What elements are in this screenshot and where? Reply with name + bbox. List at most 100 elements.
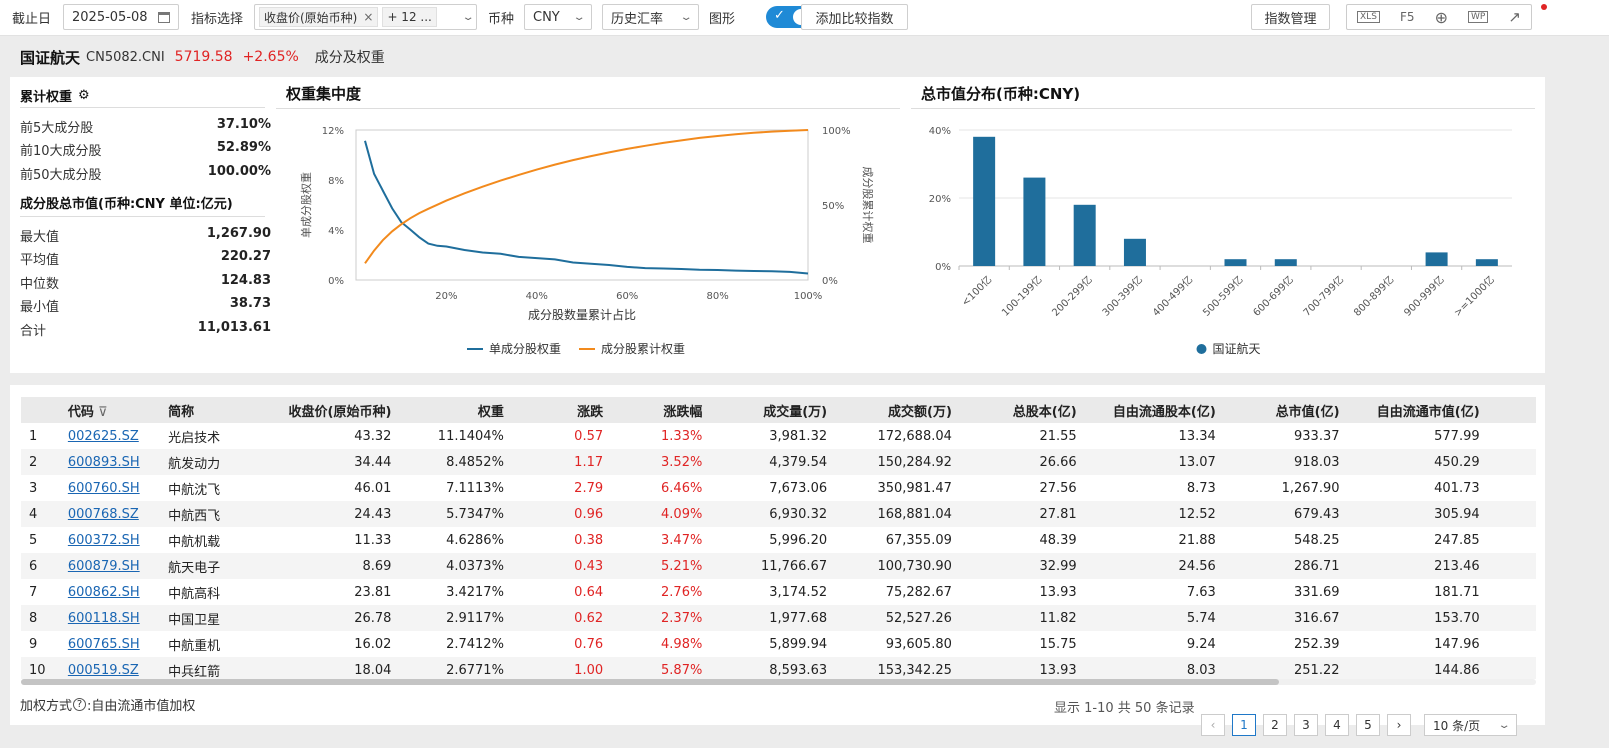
table-cell: 305.94 [1347,501,1488,527]
column-header[interactable]: 涨跌幅 [611,397,711,423]
fx-select[interactable]: 历史汇率 ⌄ [602,4,699,30]
column-header[interactable]: 代码 ⊽ [59,397,161,423]
table-row[interactable]: 9 600765.SH 中航重机 16.02 2.7412% 0.76 4.98% 5,899… [21,631,1536,657]
table-row[interactable]: 2 600893.SH 航发动力 34.44 8.4852% 1.17 3.52% 4,379… [21,449,1536,475]
column-header[interactable]: 成交额(万) [835,397,960,423]
settings-icon[interactable]: ⚙ [78,88,90,103]
add-circle-icon[interactable]: ⊕ [1435,8,1448,27]
page-button[interactable]: 3 [1294,714,1318,736]
scrollbar-thumb[interactable] [21,679,1279,685]
table-cell: 1.17 [511,449,612,475]
table-cell: 4.0373% [399,553,512,579]
column-header[interactable]: 权重 [399,397,512,423]
table-cell: 16.6 [1487,449,1536,475]
column-header[interactable]: 收盘价(原始币种) [248,397,400,423]
column-header[interactable]: 贡献 [1487,397,1536,423]
column-header[interactable]: 总市值(亿) [1223,397,1348,423]
table-row[interactable]: 5 600372.SH 中航机载 11.33 4.6286% 0.38 3.47% 5,996… [21,527,1536,553]
row-value: 11,013.61 [197,320,271,335]
refresh-f5-icon[interactable]: F5 [1400,10,1415,24]
table-cell[interactable]: 000768.SZ [59,501,161,527]
table-row[interactable]: 8 600118.SH 中国卫星 26.78 2.9117% 0.62 2.37% 1,977… [21,605,1536,631]
table-row[interactable]: 4 000768.SZ 中航西飞 24.43 5.7347% 0.96 4.09% 6,930… [21,501,1536,527]
column-header[interactable] [21,397,60,423]
table-cell[interactable]: 600893.SH [59,449,161,475]
table-cell[interactable]: 600118.SH [59,605,161,631]
table-cell: 286.71 [1223,553,1348,579]
date-picker[interactable]: 2025-05-08 [63,4,179,30]
horizontal-scrollbar[interactable] [21,679,1536,685]
table-cell: 213.46 [1347,553,1488,579]
excel-export-icon[interactable]: XLS [1357,11,1380,23]
page-button[interactable]: 1 [1232,714,1256,736]
add-compare-button[interactable]: 添加比较指数 [801,4,908,30]
row-value: 38.73 [229,296,271,311]
table-header-row: 代码 ⊽ 简称 收盘价(原始币种) 权重 涨跌 涨跌幅 成交量(万) 成交额(万) 总股本(亿)… [21,397,1536,423]
table-cell: 21.88 [1178,532,1216,548]
column-header[interactable]: 自由流通股本(亿) [1084,397,1224,423]
page-size-select[interactable]: 10 条/页 ⌄ [1424,714,1517,736]
column-header[interactable]: 总股本(亿) [959,397,1085,423]
table-cell: 9.24 [1186,636,1216,652]
table-cell: 8 [21,605,60,631]
column-header[interactable]: 简称 [160,397,249,423]
section-title: 成分及权重 [314,50,385,66]
table-cell: 247.85 [1434,532,1480,548]
column-header[interactable]: 涨跌 [511,397,612,423]
table-cell: 5.2 [1488,579,1536,605]
concentration-title: 权重集中度 [286,85,362,103]
table-cell: 9 [29,636,38,652]
chevron-down-icon: ⌄ [572,11,586,23]
table-cell: 7 [29,584,38,600]
index-change: +2.65% [242,49,299,65]
table-cell: 24.43 [248,501,400,527]
table-row[interactable]: 3 600760.SH 中航沈飞 46.01 7.1113% 2.79 6.46% 7,673… [21,475,1536,501]
divider [20,216,265,217]
table-cell[interactable]: 600879.SH [59,553,161,579]
chevron-down-icon: ⌄ [1497,719,1511,731]
cumulative-weight-header: 累计权重 ⚙ [20,86,90,105]
table-cell[interactable]: 000519.SZ [59,657,161,679]
table-cell[interactable]: 600765.SH [60,631,160,657]
share-icon[interactable]: ↗ [1508,8,1521,26]
filter-icon[interactable]: ⊽ [94,405,108,420]
table-cell[interactable]: 600372.SH [60,527,160,553]
column-header[interactable]: 自由流通市值(亿) [1347,397,1488,423]
column-header[interactable]: 成交量(万) [710,397,836,423]
table-cell: 0.62 [511,605,612,631]
table-row[interactable]: 1 002625.SZ 光启技术 43.32 11.1404% 0.57 1.33% 3,98… [21,423,1536,449]
indicator-select[interactable]: 收盘价(原始币种) × + 12 ... ⌄ [254,4,477,30]
page-button[interactable]: 4 [1325,714,1349,736]
table-cell: 中兵红箭 [160,657,249,679]
help-icon[interactable]: ? [73,698,87,711]
table-cell[interactable]: 600862.SH [60,579,160,605]
table-cell: 中航机载 [168,534,221,550]
bar [1475,259,1498,266]
table-cell: 3 [29,480,38,496]
table-cell: 13.93 [959,657,1085,679]
table-cell[interactable]: 002625.SZ [60,423,160,449]
legend-label: 成分股累计权重 [601,342,685,356]
index-manage-button[interactable]: 指数管理 [1251,4,1330,30]
page-button[interactable]: 5 [1356,714,1380,736]
row-key: 最大值 [20,230,60,245]
table-cell: 1,267.90 [1281,480,1340,496]
prev-page-button[interactable]: ‹ [1201,714,1225,736]
table-row[interactable]: 7 600862.SH 中航高科 23.81 3.4217% 0.64 2.76% 3,174… [21,579,1536,605]
y-tick-label: 4% [328,226,344,237]
next-page-button[interactable]: › [1387,714,1411,736]
table-row[interactable]: 6 600879.SH 航天电子 8.69 4.0373% 0.43 5.21% 11,766… [21,553,1536,579]
table-cell: 52,527.26 [835,605,960,631]
page-button[interactable]: 2 [1263,714,1287,736]
currency-select[interactable]: CNY ⌄ [524,4,592,30]
table-cell: 7.1113% [446,480,504,496]
x-axis-label: 成分股数量累计占比 [528,307,636,322]
table-cell: 23.81 [354,584,392,600]
date-value: 2025-05-08 [72,9,148,25]
table-cell[interactable]: 600760.SH [60,475,160,501]
table-row[interactable]: 10 000519.SZ 中兵红箭 18.04 2.6771% 1.00 5.87% 8,59… [21,657,1536,679]
word-export-icon[interactable]: WP [1468,11,1489,23]
check-icon: ✓ [774,8,785,23]
indicator-more-tag[interactable]: + 12 ... [382,7,437,27]
close-icon[interactable]: × [363,10,373,24]
